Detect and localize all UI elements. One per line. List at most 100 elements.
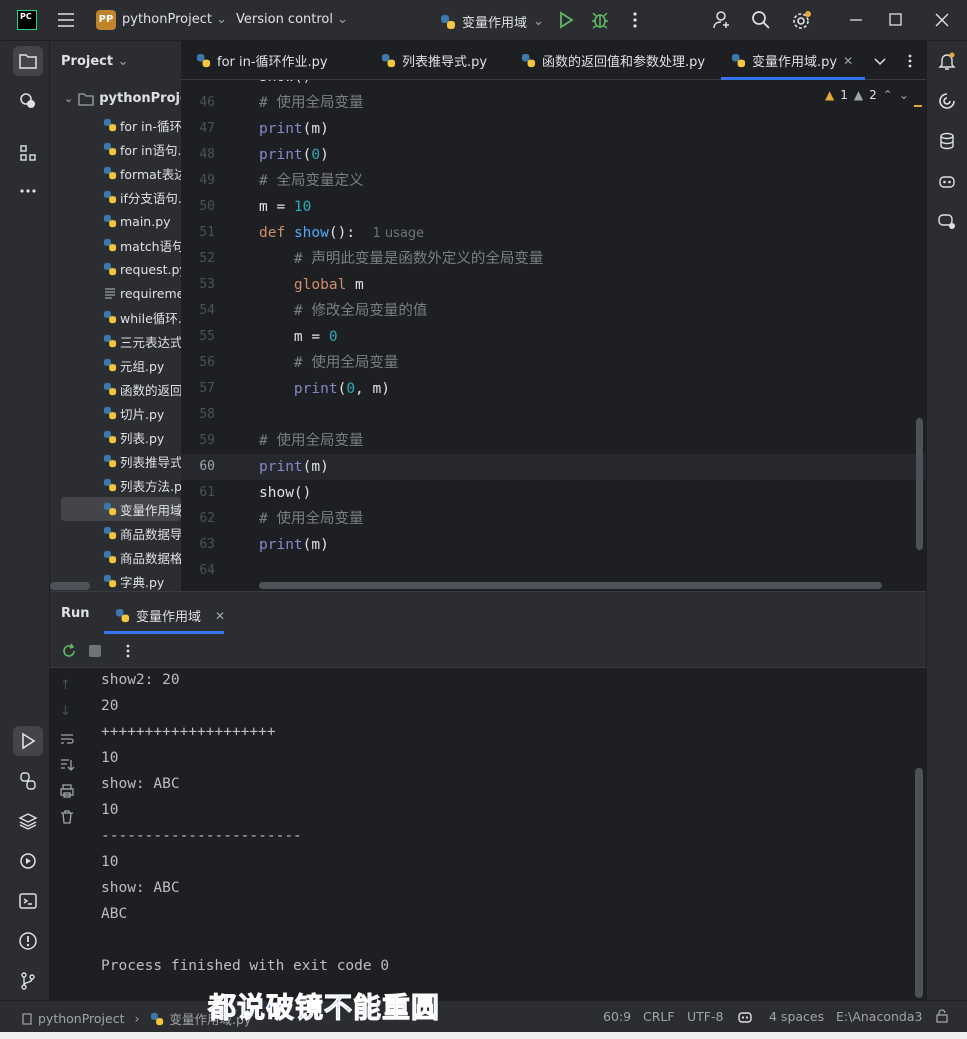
line-number[interactable]: 48 <box>181 142 215 168</box>
file-encoding[interactable]: UTF-8 <box>687 1009 723 1024</box>
code-line[interactable]: 53 global m <box>181 272 926 298</box>
file-tree-item[interactable]: 列表方法.py <box>50 473 181 497</box>
editor-horizontal-scrollbar[interactable] <box>259 582 882 589</box>
project-horizontal-scrollbar[interactable] <box>50 582 90 590</box>
line-number[interactable]: 52 <box>181 246 215 272</box>
code-area[interactable]: 45 show() 46 # 使用全局变量 47 print(m) 48 print(0) 49… <box>181 80 926 591</box>
ai-assistant-icon[interactable] <box>932 86 962 116</box>
project-root-node[interactable]: ⌄ pythonProject <box>64 91 181 106</box>
line-number[interactable]: 58 <box>181 402 215 428</box>
code-line[interactable]: 57 print(0, m) <box>181 376 926 402</box>
editor-tab-active[interactable]: 变量作用域.py ✕ <box>721 41 866 80</box>
line-number[interactable]: 45 <box>181 80 215 90</box>
file-tree-item[interactable]: for in语句.py <box>50 137 181 161</box>
terminal-icon[interactable] <box>13 886 43 916</box>
line-number[interactable]: 63 <box>181 532 215 558</box>
python-interpreter[interactable]: E:\Anaconda3 <box>836 1009 922 1024</box>
code-line[interactable]: 60 print(m) <box>181 454 926 480</box>
database-icon[interactable] <box>932 126 962 156</box>
code-line[interactable]: 50 m = 10 <box>181 194 926 220</box>
code-line[interactable]: 46 # 使用全局变量 <box>181 90 926 116</box>
line-number[interactable]: 47 <box>181 116 215 142</box>
git-branch-icon[interactable] <box>13 966 43 996</box>
usage-hint[interactable]: 1 usage <box>373 226 425 241</box>
debug-icon[interactable] <box>590 10 610 30</box>
code-line[interactable]: 58 <box>181 402 926 428</box>
file-tree-item[interactable]: 商品数据格式化.py <box>50 545 181 569</box>
line-number[interactable]: 55 <box>181 324 215 350</box>
settings-gear-icon[interactable] <box>790 10 811 30</box>
more-actions-icon[interactable] <box>625 10 645 30</box>
console-output[interactable]: show2: 20 20 ++++++++++++++++++++ 10 show: A… <box>101 668 901 1001</box>
project-tool-icon[interactable] <box>13 46 43 76</box>
chevron-up-icon[interactable]: ⌃ <box>883 88 893 102</box>
code-line[interactable]: 59 # 使用全局变量 <box>181 428 926 454</box>
file-tree-item[interactable]: match语句.py <box>50 233 181 257</box>
line-number[interactable]: 59 <box>181 428 215 454</box>
project-badge[interactable]: PP <box>96 10 116 30</box>
run-tool-icon[interactable] <box>13 726 43 756</box>
more-options-icon[interactable] <box>120 643 136 659</box>
structure-icon[interactable] <box>13 138 43 168</box>
line-number[interactable]: 56 <box>181 350 215 376</box>
rerun-icon[interactable] <box>60 642 78 660</box>
caret-position[interactable]: 60:9 <box>603 1009 631 1024</box>
editor-vertical-scrollbar[interactable] <box>916 418 923 550</box>
notifications-bell-icon[interactable] <box>932 46 962 76</box>
inspection-widget[interactable]: ▲ 1 ▲ 2 ⌃ ⌄ <box>825 88 909 102</box>
close-tab-icon[interactable]: ✕ <box>843 54 853 68</box>
tabs-dropdown-icon[interactable] <box>873 41 887 80</box>
line-number[interactable]: 61 <box>181 480 215 506</box>
file-tree-item[interactable]: if分支语句.py <box>50 185 181 209</box>
close-window-icon[interactable] <box>932 10 952 30</box>
line-ending[interactable]: CRLF <box>643 1009 675 1024</box>
soft-wrap-icon[interactable] <box>59 731 75 747</box>
project-panel-header[interactable]: Project ⌄ <box>61 54 129 69</box>
console-vertical-scrollbar[interactable] <box>915 768 923 998</box>
file-tree-item[interactable]: request.py <box>50 257 181 281</box>
run-icon[interactable] <box>556 10 576 30</box>
breadcrumb-project[interactable]: pythonProject <box>38 1011 125 1026</box>
line-number[interactable]: 51 <box>181 220 215 246</box>
code-line[interactable]: 64 <box>181 558 926 584</box>
code-line[interactable]: 48 print(0) <box>181 142 926 168</box>
file-tree-item[interactable]: 三元表达式.py <box>50 329 181 353</box>
editor-tab[interactable]: 列表推导式.py <box>381 41 487 80</box>
run-tab[interactable]: 变量作用域 ✕ <box>115 606 225 625</box>
copilot-icon[interactable] <box>932 166 962 196</box>
line-number[interactable]: 49 <box>181 168 215 194</box>
code-line[interactable]: 62 # 使用全局变量 <box>181 506 926 532</box>
file-tree-item[interactable]: 函数的返回值和参数处理.py <box>50 377 181 401</box>
version-control-menu[interactable]: Version control ⌄ <box>236 12 348 27</box>
code-line[interactable]: 63 print(m) <box>181 532 926 558</box>
python-packages-icon[interactable] <box>13 86 43 116</box>
code-line[interactable]: 51 def show(): 1 usage <box>181 220 926 246</box>
line-number[interactable]: 50 <box>181 194 215 220</box>
problems-icon[interactable] <box>13 926 43 956</box>
file-tree-item[interactable]: main.py <box>50 209 181 233</box>
more-tools-icon[interactable] <box>13 176 43 206</box>
minimize-window-icon[interactable] <box>846 10 866 30</box>
search-icon[interactable] <box>751 10 771 30</box>
copilot-status-icon[interactable] <box>737 1009 753 1025</box>
line-number[interactable]: 60 <box>181 454 215 480</box>
services-icon[interactable] <box>13 846 43 876</box>
file-tree-item[interactable]: format表达式.py <box>50 161 181 185</box>
chevron-down-icon[interactable]: ⌄ <box>899 88 909 102</box>
run-configuration-selector[interactable]: 变量作用域 ⌄ <box>440 12 544 31</box>
code-line[interactable]: 45 show() <box>181 80 926 90</box>
editor-tab[interactable]: 函数的返回值和参数处理.py <box>521 41 705 80</box>
code-line[interactable]: 52 # 声明此变量是函数外定义的全局变量 <box>181 246 926 272</box>
file-tree-item[interactable]: 变量作用域.py <box>61 497 181 521</box>
file-tree-item[interactable]: requirements.txt <box>50 281 181 305</box>
close-tab-icon[interactable]: ✕ <box>215 609 225 623</box>
file-tree-item[interactable]: 列表推导式.py <box>50 449 181 473</box>
layers-icon[interactable] <box>13 806 43 836</box>
line-number[interactable]: 64 <box>181 558 215 584</box>
maximize-window-icon[interactable] <box>886 10 906 30</box>
file-tree-item[interactable]: 元组.py <box>50 353 181 377</box>
code-line[interactable]: 61 show() <box>181 480 926 506</box>
line-number[interactable]: 46 <box>181 90 215 116</box>
add-user-icon[interactable] <box>712 10 732 30</box>
editor-tab[interactable]: for in-循环作业.py <box>196 41 328 80</box>
